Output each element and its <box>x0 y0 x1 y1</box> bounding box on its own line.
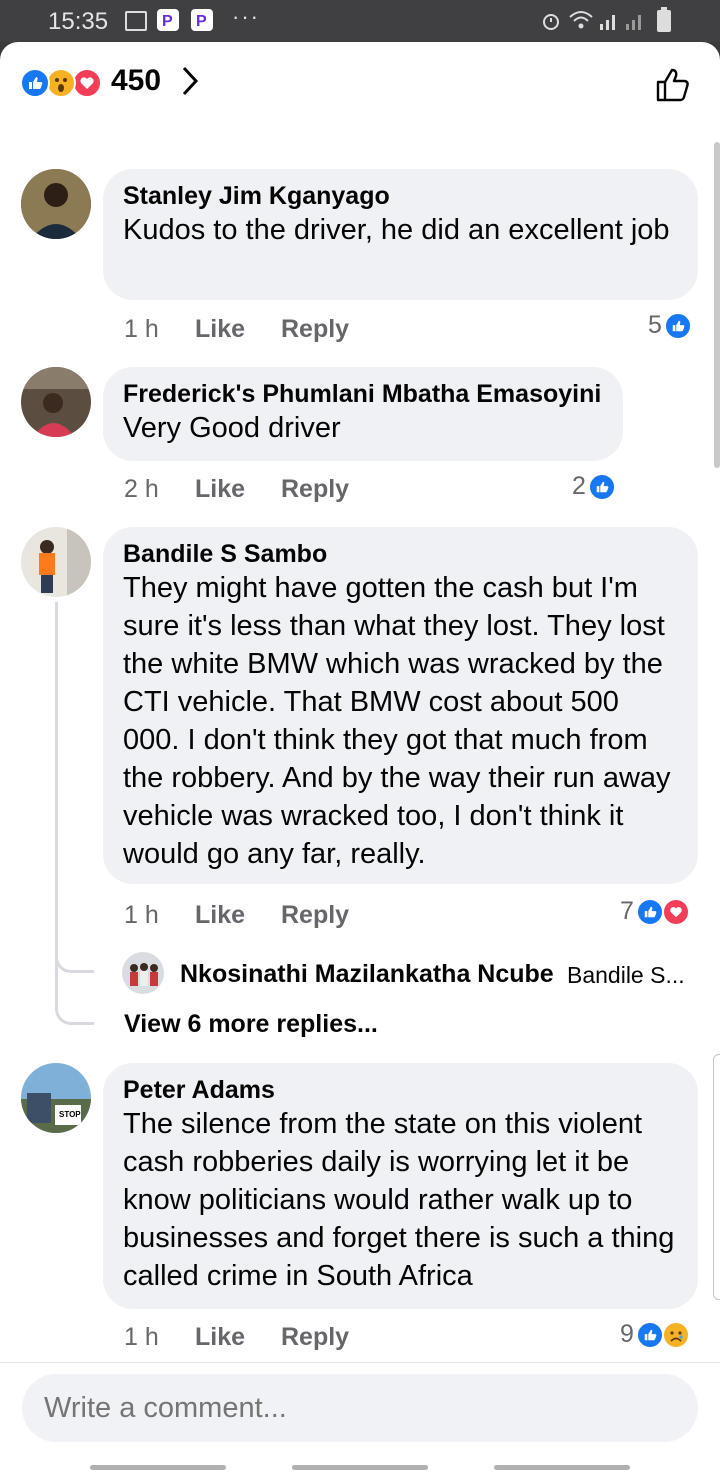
signal-icon <box>600 15 641 30</box>
comment-reactions[interactable]: 2 <box>572 472 616 501</box>
like-comment-button[interactable]: Like <box>195 475 245 504</box>
comment-composer <box>0 1362 720 1480</box>
comment-reactions[interactable]: 7 <box>620 897 690 926</box>
comment-time: 1 h <box>124 1323 159 1351</box>
reply-button[interactable]: Reply <box>281 315 349 344</box>
like-comment-button[interactable]: Like <box>195 315 245 344</box>
reaction-count: 7 <box>620 897 634 925</box>
status-time: 15:35 <box>48 8 109 35</box>
svg-text:P: P <box>196 13 207 30</box>
status-bar: 15:35 P P ··· <box>0 0 720 42</box>
comment-author[interactable]: Bandile S Sambo <box>123 539 678 569</box>
reply-button[interactable]: Reply <box>281 475 349 504</box>
view-more-replies-link[interactable]: View 6 more replies... <box>124 1010 378 1039</box>
nav-bar-indicator <box>90 1465 226 1470</box>
comment-time: 1 h <box>124 901 159 929</box>
comment-bubble[interactable]: Bandile S Sambo They might have gotten t… <box>103 527 698 884</box>
comment-time: 2 h <box>124 475 159 503</box>
comments-sheet: 450 Stanley Jim Kganyago Kudos to the dr… <box>0 42 720 1480</box>
app-p-icon: P <box>191 9 213 31</box>
avatar[interactable] <box>122 952 164 994</box>
battery-icon <box>657 7 671 32</box>
reply-preview[interactable]: Nkosinathi Mazilankatha Ncube Bandile S.… <box>122 952 702 996</box>
comment-author[interactable]: Frederick's Phumlani Mbatha Emasoyini <box>123 379 603 409</box>
comment-input[interactable] <box>22 1374 698 1442</box>
comment-text: Very Good driver <box>123 412 341 444</box>
reaction-count[interactable]: 450 <box>111 64 161 98</box>
reactions-header[interactable]: 450 <box>0 42 720 132</box>
comment-text: The silence from the state on this viole… <box>123 1108 675 1292</box>
love-icon <box>72 68 102 98</box>
like-icon <box>20 68 50 98</box>
reaction-count: 9 <box>620 1320 634 1348</box>
comment-bubble[interactable]: Peter Adams The silence from the state o… <box>103 1063 698 1309</box>
wifi-icon <box>569 11 593 29</box>
like-outline-icon[interactable] <box>654 66 692 104</box>
reply-button[interactable]: Reply <box>281 901 349 930</box>
comment-bubble[interactable]: Stanley Jim Kganyago Kudos to the driver… <box>103 169 698 300</box>
gallery-icon <box>125 11 147 31</box>
svg-text:P: P <box>162 13 173 30</box>
reply-button[interactable]: Reply <box>281 1323 349 1352</box>
comment-time: 1 h <box>124 315 159 343</box>
alarm-icon <box>543 14 559 30</box>
avatar[interactable] <box>21 527 91 597</box>
reaction-summary[interactable] <box>20 68 106 98</box>
comment-reactions[interactable]: 9 <box>620 1320 690 1349</box>
avatar[interactable]: STOP <box>21 1063 91 1133</box>
avatar[interactable] <box>21 169 91 239</box>
nav-bar-indicator <box>494 1465 630 1470</box>
love-icon <box>661 897 690 926</box>
chevron-right-icon[interactable] <box>176 64 202 98</box>
like-comment-button[interactable]: Like <box>195 901 245 930</box>
like-icon <box>587 472 616 501</box>
scrollbar[interactable] <box>714 142 720 468</box>
more-notifications-icon: ··· <box>232 4 260 29</box>
comment-bubble[interactable]: Frederick's Phumlani Mbatha Emasoyini Ve… <box>103 367 623 461</box>
thread-line <box>55 602 94 1025</box>
comment-text: Kudos to the driver, he did an excellent… <box>123 214 670 246</box>
comment-author[interactable]: Stanley Jim Kganyago <box>123 181 678 211</box>
reply-snippet: Bandile S... <box>567 962 685 988</box>
reply-author[interactable]: Nkosinathi Mazilankatha Ncube <box>180 960 554 989</box>
svg-text:STOP: STOP <box>59 1110 81 1119</box>
app-p-icon: P <box>157 9 179 31</box>
comment-reactions[interactable]: 5 <box>648 311 692 340</box>
comment-author[interactable]: Peter Adams <box>123 1075 678 1105</box>
like-icon <box>635 897 664 926</box>
like-icon <box>663 311 692 340</box>
comment-text: They might have gotten the cash but I'm … <box>123 572 671 870</box>
sad-icon <box>661 1320 690 1349</box>
like-comment-button[interactable]: Like <box>195 1323 245 1352</box>
like-icon <box>635 1320 664 1349</box>
reaction-count: 5 <box>648 311 662 339</box>
nav-bar-indicator <box>292 1465 428 1470</box>
avatar[interactable] <box>21 367 91 437</box>
wow-icon <box>46 68 76 98</box>
scroll-handle[interactable] <box>713 1054 720 1300</box>
reaction-count: 2 <box>572 472 586 500</box>
